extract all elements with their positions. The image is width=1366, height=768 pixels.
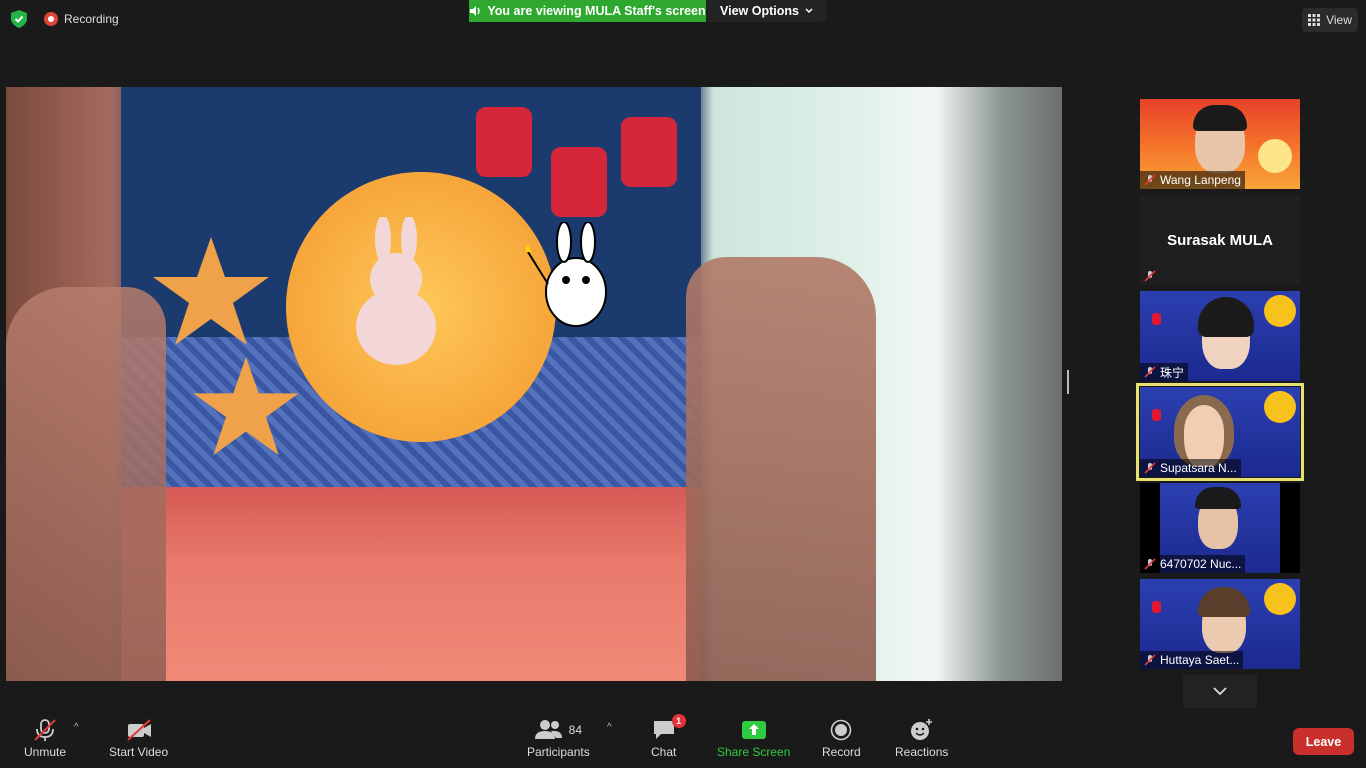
gallery-next-page-button[interactable]: [1183, 675, 1257, 708]
record-label: Record: [822, 745, 861, 759]
participants-button[interactable]: 84 Participants: [527, 718, 590, 759]
chat-button[interactable]: 1 Chat: [651, 714, 686, 759]
lantern-illustration: [621, 117, 677, 187]
view-options-button[interactable]: View Options: [706, 0, 827, 22]
muted-mic-icon: [1144, 462, 1156, 474]
participant-name: Supatsara N...: [1140, 459, 1241, 477]
participants-icon: [534, 720, 562, 739]
unmute-label: Unmute: [24, 745, 67, 759]
unmute-button[interactable]: Unmute: [24, 718, 66, 759]
participant-name: Wang Lanpeng: [1140, 171, 1245, 189]
security-shield-icon[interactable]: [10, 10, 28, 28]
video-off-icon: [126, 719, 151, 741]
share-screen-button[interactable]: Share Screen: [717, 718, 790, 759]
leave-button[interactable]: Leave: [1293, 728, 1354, 755]
participant-name: [1140, 267, 1160, 285]
view-button[interactable]: View: [1302, 8, 1358, 32]
record-icon: [831, 719, 852, 741]
chat-label: Chat: [651, 745, 677, 759]
participant-name: 珠宁: [1140, 363, 1189, 381]
hand-left: [6, 287, 166, 681]
muted-mic-icon: [1144, 558, 1156, 570]
muted-mic-icon: [1144, 366, 1156, 378]
view-label: View: [1326, 13, 1352, 27]
participant-name: Huttaya Saet...: [1140, 651, 1244, 669]
recording-icon: [44, 12, 58, 26]
mid-autumn-poster-image: [121, 87, 701, 681]
lantern-illustration: [551, 147, 607, 217]
muted-mic-icon: [1144, 270, 1156, 282]
lantern-illustration: [476, 107, 532, 177]
participant-tile[interactable]: Surasak MULA: [1140, 195, 1300, 285]
participants-label: Participants: [527, 745, 590, 759]
reactions-smiley-icon: [910, 719, 932, 740]
view-options-label: View Options: [720, 4, 799, 18]
rabbit-illustration: [356, 217, 436, 365]
chat-unread-badge: 1: [671, 714, 686, 728]
muted-microphone-icon: [34, 719, 56, 741]
speaker-icon: [470, 6, 481, 16]
participant-tile[interactable]: Wang Lanpeng: [1140, 99, 1300, 189]
reactions-label: Reactions: [895, 745, 949, 759]
audio-options-caret-icon[interactable]: ^: [74, 722, 79, 733]
start-video-label: Start Video: [109, 745, 169, 759]
hand-right: [686, 257, 876, 681]
star-illustration: [193, 357, 299, 456]
participant-tile[interactable]: 珠宁: [1140, 291, 1300, 381]
participants-caret-icon[interactable]: ^: [607, 722, 612, 733]
viewing-label: You are viewing MULA Staff's screen: [487, 4, 706, 18]
participant-tile[interactable]: 6470702 Nuc...: [1140, 483, 1300, 573]
cartoon-bunny-sticker: [526, 222, 607, 327]
start-video-button[interactable]: Start Video: [109, 718, 168, 759]
panel-resize-handle[interactable]: [1067, 370, 1069, 394]
participant-name: 6470702 Nuc...: [1140, 555, 1246, 573]
share-screen-label: Share Screen: [717, 745, 791, 759]
participant-tile-active-speaker[interactable]: Supatsara N...: [1136, 383, 1304, 481]
shared-screen-video[interactable]: [6, 87, 1062, 681]
participants-count: 84: [568, 723, 583, 737]
participant-name-large: Surasak MULA: [1167, 231, 1273, 249]
meeting-status-bar: Recording: [10, 10, 119, 28]
star-illustration: [153, 237, 269, 345]
record-button[interactable]: Record: [822, 718, 861, 759]
meeting-toolbar: Unmute ^ Start Video 84 Participants ^ 1…: [0, 708, 1366, 768]
recording-indicator[interactable]: Recording: [44, 12, 119, 26]
recording-label: Recording: [64, 12, 119, 26]
grid-icon: [1308, 14, 1321, 26]
chevron-down-icon: [805, 8, 813, 14]
muted-mic-icon: [1144, 174, 1156, 186]
muted-mic-icon: [1144, 654, 1156, 666]
screen-share-banner: You are viewing MULA Staff's screen: [469, 0, 706, 22]
share-screen-icon: [741, 721, 766, 739]
chevron-down-icon: [1213, 687, 1227, 696]
participant-tile[interactable]: Huttaya Saet...: [1140, 579, 1300, 669]
reactions-button[interactable]: Reactions: [895, 718, 948, 759]
